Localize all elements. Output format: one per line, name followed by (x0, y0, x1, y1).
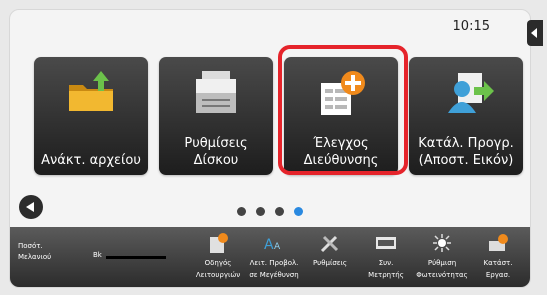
bottom-item-label: Ρυθμίσεις (312, 259, 348, 267)
page-indicator (237, 201, 313, 220)
tile-program-list[interactable]: Κατάλ. Προγρ. (Αποστ. Εικόν) (409, 57, 523, 175)
settings-tools-icon (320, 235, 339, 253)
tile-label: Ανάκτ. αρχείου (41, 153, 141, 168)
brightness-icon (433, 234, 451, 252)
contact-list-icon (448, 73, 494, 113)
bottom-item-label: Ρύθμιση Φωτεινότητας (416, 259, 468, 279)
page-dot[interactable] (275, 207, 284, 216)
counter-button[interactable]: Συν. Μετρητής (358, 229, 414, 281)
page-dot[interactable] (237, 207, 246, 216)
magnify-mode-button[interactable]: AA Λειτ. Προβολ. σε Μεγέθυνση (246, 229, 302, 281)
bottom-item-label: Λειτ. Προβολ. σε Μεγέθυνση (249, 259, 299, 279)
svg-text:A: A (274, 242, 281, 252)
bottom-item-label: Οδηγός Λειτουργιών (195, 259, 241, 279)
side-panel-tab[interactable] (527, 20, 543, 46)
job-status-icon (489, 234, 508, 251)
page-dot[interactable] (256, 207, 265, 216)
home-screen: 10:15 Ανάκτ. αρχείου Ρυθμίσεις Δίσκου Έλ… (9, 9, 531, 288)
toner-color: Bk (93, 251, 102, 259)
bottom-bar: Ποσότ. Μελανιού Bk Οδηγός Λειτουργιών AA… (10, 227, 530, 287)
guide-icon (210, 233, 228, 253)
bottom-item-label: Συν. Μετρητής (368, 259, 404, 279)
toner-level-bar (106, 256, 166, 259)
job-status-button[interactable]: Κατάστ. Εργασ. (470, 229, 526, 281)
svg-text:A: A (264, 237, 274, 253)
tile-label: Κατάλ. Προγρ. (Αποστ. Εικόν) (418, 136, 514, 168)
page-dot-active[interactable] (294, 207, 303, 216)
printer-icon (196, 71, 236, 113)
tile-disk-settings[interactable]: Ρυθμίσεις Δίσκου (159, 57, 273, 175)
counter-icon (376, 237, 396, 249)
magnify-mode-icon: AA (264, 237, 281, 253)
page-back-button[interactable] (19, 195, 43, 219)
tile-label: Ρυθμίσεις Δίσκου (184, 136, 248, 168)
brightness-button[interactable]: Ρύθμιση Φωτεινότητας (414, 229, 470, 281)
bottom-item-label: Κατάστ. Εργασ. (483, 259, 513, 279)
selection-highlight (278, 45, 408, 175)
settings-button[interactable]: Ρυθμίσεις (302, 229, 358, 269)
tile-file-retrieve[interactable]: Ανάκτ. αρχείου (34, 57, 148, 175)
clock: 10:15 (452, 19, 490, 34)
folder-retrieve-icon (69, 71, 113, 111)
toner-label: Ποσότ. Μελανιού (18, 242, 52, 261)
guide-button[interactable]: Οδηγός Λειτουργιών (190, 229, 246, 281)
